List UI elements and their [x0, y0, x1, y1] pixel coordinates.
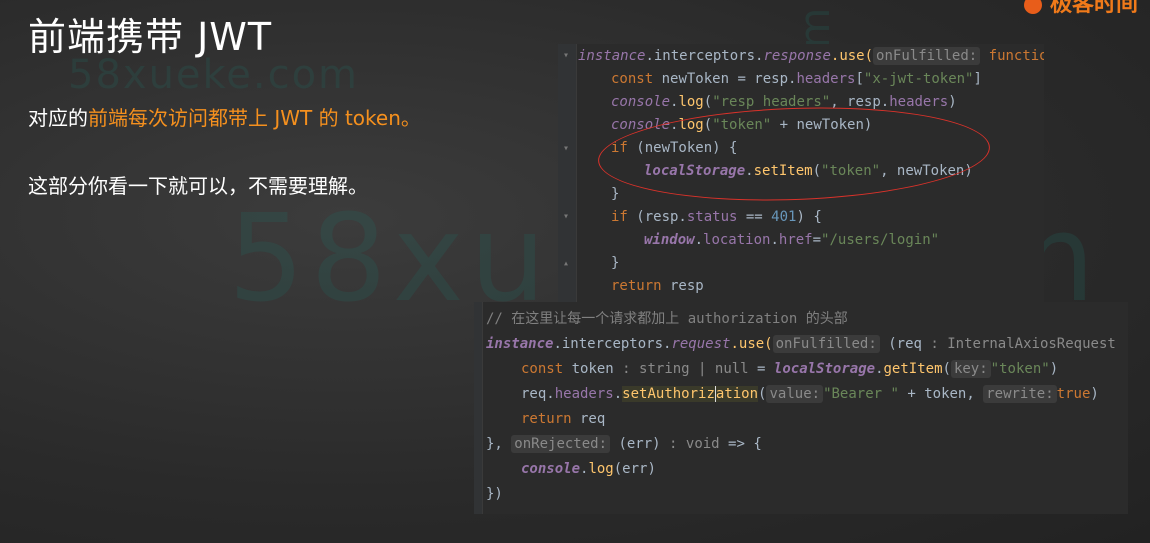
code-line: const token : string | null = localStora… [521, 360, 1059, 378]
param-hint: value: [766, 385, 824, 403]
logo-icon [1023, 0, 1042, 14]
code-panel-request-interceptor: // 在这里让每一个请求都加上 authorization 的头部 instan… [474, 302, 1128, 514]
logo-text: 极客时间 [1049, 0, 1138, 17]
code-line: req.headers.setAuthorization(value: "Bear… [521, 385, 1099, 403]
code-line: instance.interceptors.request.use(onFulf… [486, 335, 1116, 353]
param-hint: onRejected: [511, 435, 611, 453]
param-hint: rewrite: [983, 385, 1057, 403]
code-comment: // 在这里让每一个请求都加上 authorization 的头部 [486, 311, 848, 327]
fold-marker-icon[interactable]: ▴ [563, 259, 571, 269]
code-line: const newToken = resp.headers["x-jwt-tok… [611, 71, 982, 87]
fold-marker-icon[interactable]: ▾ [563, 51, 571, 61]
code-line: instance.interceptors.response.use(onFul… [578, 47, 1044, 65]
code-gutter [474, 302, 483, 514]
code-line: } [611, 255, 620, 271]
fold-marker-icon[interactable]: ▾ [563, 212, 571, 222]
code-line: window.location.href="/users/login" [644, 232, 940, 248]
code-line: return req [521, 411, 606, 427]
description-line-2: 这部分你看一下就可以，不需要理解。 [28, 174, 368, 198]
param-hint: onFulfilled: [873, 47, 981, 65]
slide-title: 前端携带 JWT [28, 15, 273, 59]
description-highlight: 前端每次访问都带上 JWT 的 token。 [88, 106, 421, 130]
fold-marker-icon[interactable]: ▾ [563, 144, 571, 154]
code-line: console.log(err) [521, 461, 656, 477]
code-line: }, onRejected: (err) : void => { [486, 435, 762, 453]
param-hint: onFulfilled: [772, 335, 880, 353]
code-line: if (resp.status == 401) { [611, 209, 822, 225]
brand-logo: 极客时间 [1023, 0, 1138, 18]
code-line: } [611, 186, 620, 202]
param-hint: key: [950, 360, 991, 378]
code-line: return resp [611, 278, 704, 294]
description-prefix: 对应的 [28, 106, 88, 130]
description-line-1: 对应的前端每次访问都带上 JWT 的 token。 [28, 102, 421, 131]
code-line: }) [486, 486, 503, 502]
